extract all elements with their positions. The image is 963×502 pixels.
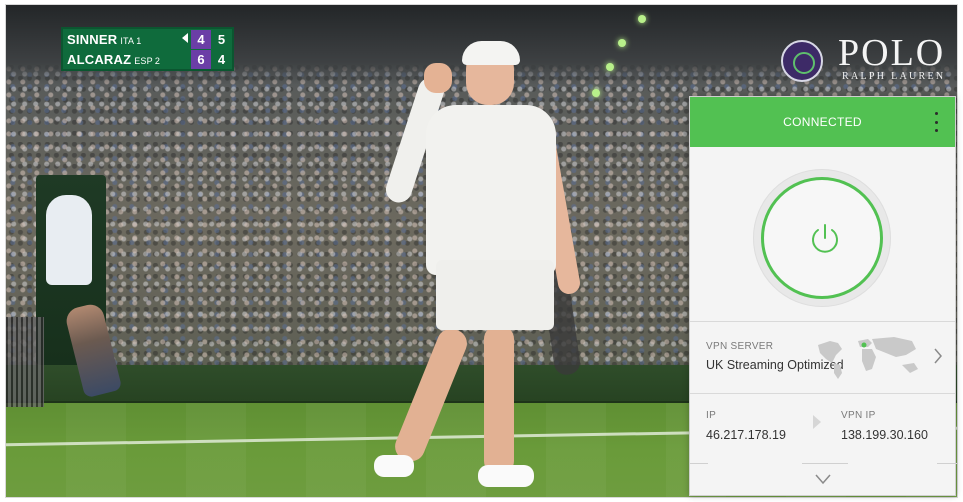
- player2-seed: 2: [154, 56, 161, 66]
- player1-set2-score: 5: [217, 32, 226, 47]
- player2-set1-score: 6: [191, 50, 211, 69]
- vpn-server-selector[interactable]: VPN SERVER UK Streaming Optimized: [690, 321, 955, 393]
- scoreboard: SINNER ITA 1 4 5 ALCARAZ ESP 2 6 4: [61, 27, 234, 71]
- player1-country: ITA: [120, 36, 135, 46]
- stadium-light: [618, 39, 626, 47]
- player1-set1-score: 4: [191, 30, 211, 49]
- arrow-right-icon: [813, 415, 821, 429]
- net-post: [6, 317, 44, 407]
- world-map-icon: [818, 337, 918, 379]
- vpn-ip-address: 138.199.30.160: [841, 428, 928, 442]
- player-shoe: [478, 465, 534, 487]
- player-leg: [390, 324, 472, 466]
- player1-seed: 1: [136, 36, 142, 46]
- player1-name: SINNER: [67, 32, 118, 47]
- scoreboard-row-player1: SINNER ITA 1 4 5: [63, 30, 232, 49]
- player-cap: [462, 41, 520, 65]
- stadium-light: [638, 15, 646, 23]
- serve-indicator-icon: [179, 32, 191, 47]
- chevron-right-icon: [934, 348, 942, 364]
- sponsor-sub: RALPH LAUREN: [842, 71, 946, 82]
- power-button[interactable]: [761, 177, 883, 299]
- panel-footer-divider: [690, 463, 957, 464]
- player-shorts: [436, 260, 554, 330]
- ip-info: IP 46.217.178.19 VPN IP 138.199.30.160: [690, 394, 955, 464]
- scoreboard-row-player2: ALCARAZ ESP 2 6 4: [63, 50, 232, 69]
- power-icon: [812, 224, 838, 253]
- player-shoe: [374, 455, 414, 477]
- chevron-down-icon[interactable]: [814, 473, 832, 485]
- player-shirt: [426, 105, 556, 275]
- connection-status: CONNECTED: [783, 115, 862, 129]
- player-fist: [424, 63, 452, 93]
- player-leg: [484, 325, 514, 475]
- player2-name: ALCARAZ: [67, 52, 132, 67]
- vpn-server-caption: VPN SERVER: [706, 341, 774, 352]
- vpn-app-panel: CONNECTED VPN SERVER UK Streaming Optimi…: [689, 96, 957, 496]
- ip-address: 46.217.178.19: [706, 428, 786, 442]
- kebab-menu-icon[interactable]: [931, 112, 941, 132]
- ip-caption: IP: [706, 410, 717, 421]
- tennis-player: [366, 35, 596, 495]
- vpn-ip-caption: VPN IP: [841, 410, 876, 421]
- vpn-status-bar: CONNECTED: [690, 97, 955, 147]
- sponsor-brand: POLO: [838, 32, 946, 74]
- player2-country: ESP: [134, 56, 153, 66]
- player2-set2-score: 4: [217, 52, 226, 67]
- wimbledon-emblem-icon: [781, 40, 823, 82]
- umpire: [46, 195, 92, 285]
- stadium-light: [606, 63, 614, 71]
